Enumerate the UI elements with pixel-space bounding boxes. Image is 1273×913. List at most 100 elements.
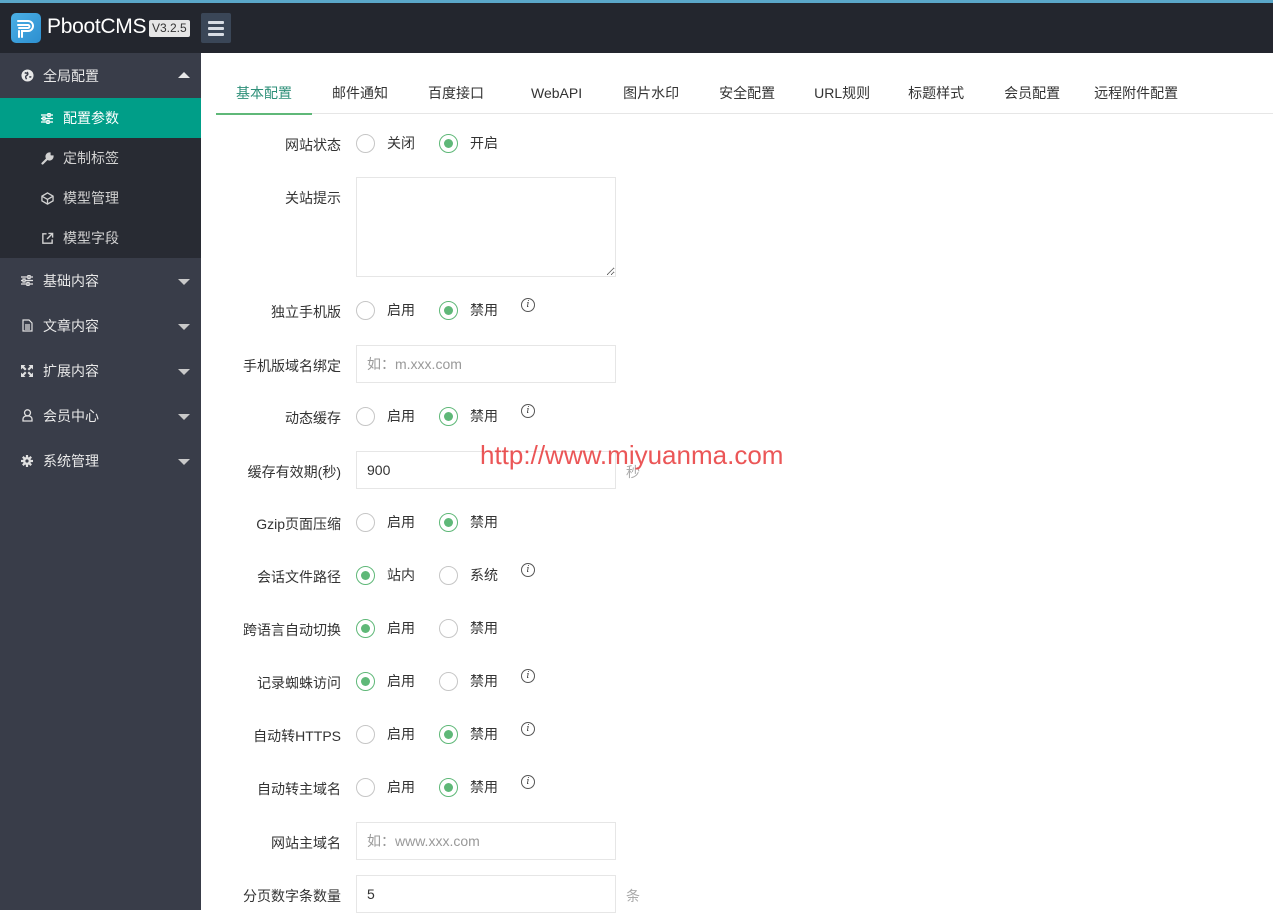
field-label: 网站状态 <box>285 137 341 153</box>
field-label: 跨语言自动切换 <box>243 622 341 638</box>
nav-group-basic-content: 基础内容 <box>0 258 201 303</box>
radio-lang-switch-disable[interactable]: 禁用 <box>439 618 498 638</box>
radio-circle <box>439 406 458 426</box>
external-link-icon <box>40 231 54 245</box>
nav-group-member-center: 会员中心 <box>0 393 201 438</box>
caret-down-icon <box>178 458 190 465</box>
sidebar-item-config-params[interactable]: 配置参数 <box>0 98 201 138</box>
cache-ttl-input[interactable] <box>356 451 616 489</box>
radio-spider-log-enable[interactable]: 启用 <box>356 671 415 691</box>
tab-url-rules[interactable]: URL规则 <box>795 73 889 114</box>
row-session-path: 会话文件路径 站内 系统 i <box>201 563 1273 587</box>
sidebar-item-model-fields[interactable]: 模型字段 <box>0 218 201 258</box>
nav-label: 文章内容 <box>43 317 99 334</box>
radio-dynamic-cache-disable[interactable]: 禁用 <box>439 406 498 426</box>
radio-circle <box>356 777 375 797</box>
document-icon <box>20 319 34 333</box>
info-icon[interactable]: i <box>521 722 535 736</box>
tab-baidu-api[interactable]: 百度接口 <box>408 73 504 114</box>
sliders-icon <box>20 274 34 288</box>
row-mobile-site: 独立手机版 启用 禁用 i <box>201 298 1273 322</box>
radio-site-status-on[interactable]: 开启 <box>439 133 498 153</box>
sidebar-item-label: 配置参数 <box>63 110 119 126</box>
field-label: 自动转HTTPS <box>253 728 341 744</box>
nav-head-member-center[interactable]: 会员中心 <box>0 393 201 438</box>
info-icon[interactable]: i <box>521 775 535 789</box>
nav-group-article-content: 文章内容 <box>0 303 201 348</box>
field-label: 分页数字条数量 <box>243 888 341 904</box>
sidebar-item-label: 模型管理 <box>63 190 119 206</box>
radio-auto-https-disable[interactable]: 禁用 <box>439 724 498 744</box>
nav-head-basic-content[interactable]: 基础内容 <box>0 258 201 303</box>
unit-label: 秒 <box>626 464 640 480</box>
radio-circle <box>356 300 375 320</box>
nav-head-extend-content[interactable]: 扩展内容 <box>0 348 201 393</box>
info-icon[interactable]: i <box>521 563 535 577</box>
radio-auto-https-enable[interactable]: 启用 <box>356 724 415 744</box>
radio-auto-main-domain-disable[interactable]: 禁用 <box>439 777 498 797</box>
radio-auto-main-domain-enable[interactable]: 启用 <box>356 777 415 797</box>
row-main-domain: 网站主域名 <box>201 822 1273 860</box>
radio-circle <box>356 671 375 691</box>
nav-head-global-config[interactable]: 全局配置 <box>0 53 201 98</box>
radio-circle <box>439 671 458 691</box>
radio-dynamic-cache-enable[interactable]: 启用 <box>356 406 415 426</box>
page-num-count-input[interactable] <box>356 875 616 913</box>
caret-up-icon <box>178 71 190 78</box>
row-auto-https: 自动转HTTPS 启用 禁用 i <box>201 722 1273 746</box>
main-domain-input[interactable] <box>356 822 616 860</box>
field-label: 手机版域名绑定 <box>243 358 341 374</box>
sidebar: 全局配置 配置参数 定制标签 模型管理 模型字段 基础内容 文章内容 扩展内容 … <box>0 53 201 910</box>
radio-mobile-site-disable[interactable]: 禁用 <box>439 300 498 320</box>
sidebar-item-model-management[interactable]: 模型管理 <box>0 178 201 218</box>
tab-member-config[interactable]: 会员配置 <box>984 73 1080 114</box>
hamburger-icon <box>208 20 224 24</box>
radio-session-path-site[interactable]: 站内 <box>356 565 415 585</box>
tab-email-notify[interactable]: 邮件通知 <box>312 73 408 114</box>
info-icon[interactable]: i <box>521 404 535 418</box>
radio-circle <box>439 300 458 320</box>
row-auto-main-domain: 自动转主域名 启用 禁用 i <box>201 775 1273 799</box>
radio-spider-log-disable[interactable]: 禁用 <box>439 671 498 691</box>
top-header: PbootCMS V3.2.5 <box>0 3 1273 53</box>
field-label: 自动转主域名 <box>257 781 341 797</box>
radio-circle <box>439 512 458 532</box>
globe-icon <box>20 69 34 83</box>
row-mobile-domain: 手机版域名绑定 <box>201 345 1273 383</box>
radio-gzip-disable[interactable]: 禁用 <box>439 512 498 532</box>
radio-site-status-off[interactable]: 关闭 <box>356 133 415 153</box>
nav-head-article-content[interactable]: 文章内容 <box>0 303 201 348</box>
radio-session-path-system[interactable]: 系统 <box>439 565 498 585</box>
field-label: 缓存有效期(秒) <box>247 464 341 480</box>
radio-gzip-enable[interactable]: 启用 <box>356 512 415 532</box>
tab-remote-attachment[interactable]: 远程附件配置 <box>1080 73 1198 114</box>
tab-basic-config[interactable]: 基本配置 <box>216 73 312 115</box>
radio-lang-switch-enable[interactable]: 启用 <box>356 618 415 638</box>
row-lang-switch: 跨语言自动切换 启用 禁用 <box>201 618 1273 640</box>
submenu: 配置参数 定制标签 模型管理 模型字段 <box>0 98 201 258</box>
mobile-domain-input[interactable] <box>356 345 616 383</box>
expand-icon <box>20 364 34 378</box>
info-icon[interactable]: i <box>521 298 535 312</box>
nav-label: 基础内容 <box>43 272 99 289</box>
tab-security-config[interactable]: 安全配置 <box>699 73 795 114</box>
caret-down-icon <box>178 278 190 285</box>
radio-circle <box>439 133 458 153</box>
wrench-icon <box>40 151 54 165</box>
info-icon[interactable]: i <box>521 669 535 683</box>
radio-circle <box>356 406 375 426</box>
tab-webapi[interactable]: WebAPI <box>504 73 604 114</box>
close-tip-textarea[interactable] <box>356 177 616 277</box>
nav-group-global-config: 全局配置 配置参数 定制标签 模型管理 模型字段 <box>0 53 201 258</box>
caret-down-icon <box>178 413 190 420</box>
tab-title-style[interactable]: 标题样式 <box>889 73 984 114</box>
radio-circle <box>356 512 375 532</box>
field-label: 独立手机版 <box>271 304 341 320</box>
menu-toggle-button[interactable] <box>201 13 231 43</box>
nav-head-system-management[interactable]: 系统管理 <box>0 438 201 483</box>
tab-image-watermark[interactable]: 图片水印 <box>604 73 699 114</box>
radio-circle <box>356 133 375 153</box>
field-label: 记录蜘蛛访问 <box>257 675 341 691</box>
radio-mobile-site-enable[interactable]: 启用 <box>356 300 415 320</box>
sidebar-item-custom-tags[interactable]: 定制标签 <box>0 138 201 178</box>
